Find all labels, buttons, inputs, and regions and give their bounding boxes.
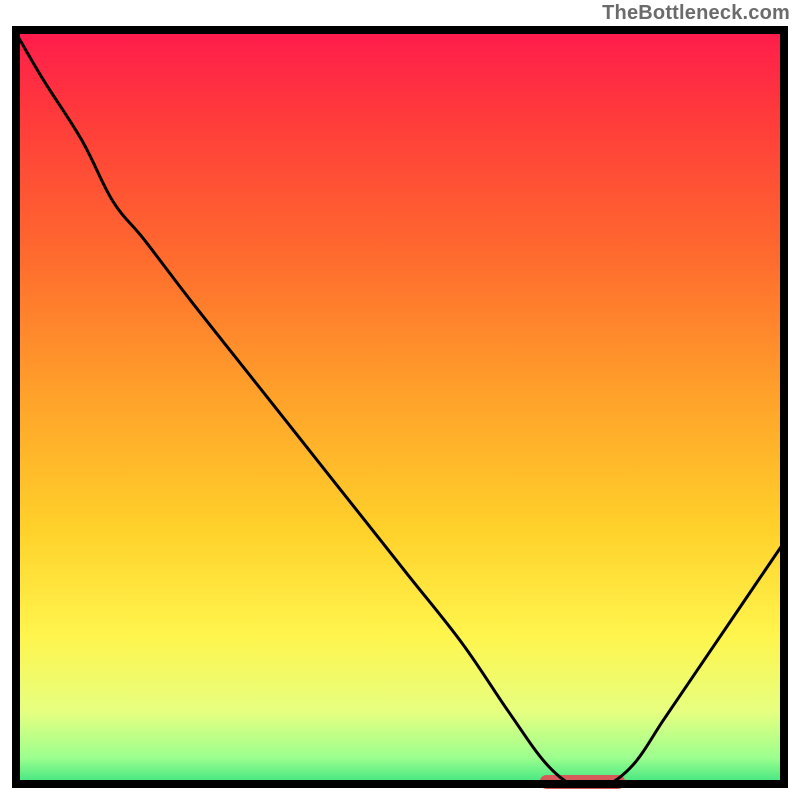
watermark-text: TheBottleneck.com [602,2,790,25]
chart-container: TheBottleneck.com [0,0,800,800]
bottleneck-chart [0,0,800,800]
gradient-background [12,26,788,788]
